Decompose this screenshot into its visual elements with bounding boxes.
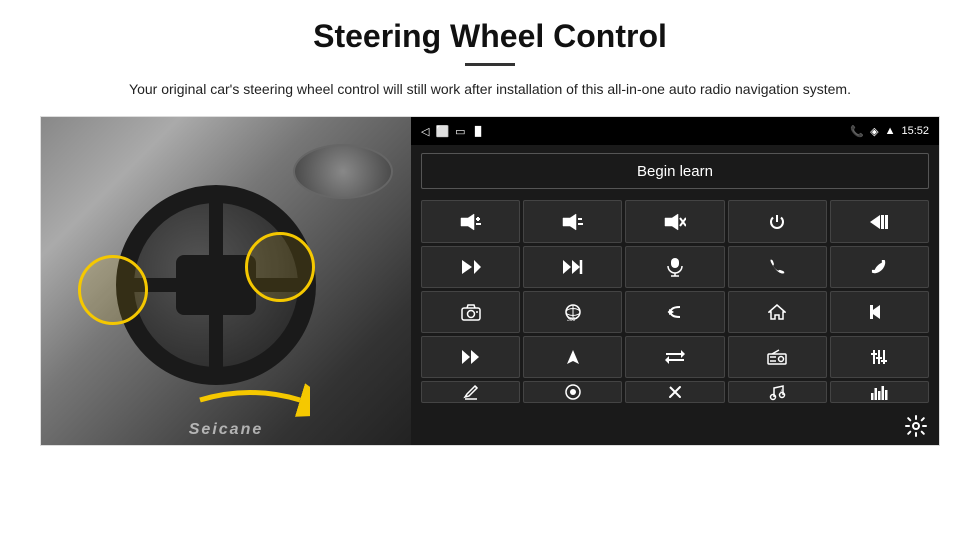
status-bar: ◁ ⬜ ▭ ▐▌ 📞 ◈ ▲ 15:52 — [411, 117, 939, 145]
signal-icon: ▲ — [885, 125, 896, 137]
music-button[interactable]: ♪ — [728, 381, 827, 403]
hang-up-button[interactable] — [830, 246, 929, 288]
settings-row — [411, 409, 939, 445]
begin-learn-row: Begin learn — [411, 145, 939, 197]
home-button[interactable] — [728, 291, 827, 333]
control-grid: 360° — [411, 197, 939, 409]
highlight-circle-left — [78, 255, 148, 325]
home-nav-icon: ⬜ — [435, 125, 449, 138]
prev-button[interactable] — [830, 200, 929, 242]
radio-button[interactable] — [728, 336, 827, 378]
page-title: Steering Wheel Control — [313, 18, 667, 55]
phone-status-icon: 📞 — [850, 125, 864, 138]
seicane-watermark: Seicane — [189, 421, 263, 439]
arrow-icon — [190, 375, 310, 425]
mic-button[interactable] — [625, 246, 724, 288]
bluetooth-button[interactable] — [625, 381, 724, 403]
status-left-icons: ◁ ⬜ ▭ ▐▌ — [421, 125, 484, 138]
record-button[interactable] — [523, 381, 622, 403]
dashboard-gauge — [293, 144, 393, 199]
vol-up-button[interactable] — [421, 200, 520, 242]
spectrum-button[interactable] — [830, 381, 929, 403]
main-page: Steering Wheel Control Your original car… — [0, 0, 980, 546]
title-divider — [465, 63, 515, 66]
steering-wheel-photo: Seicane — [41, 117, 411, 445]
back-button[interactable] — [625, 291, 724, 333]
settings-icon[interactable] — [901, 411, 931, 441]
wifi-icon: ◈ — [870, 125, 878, 138]
wheel-hub — [176, 255, 256, 315]
seek-ff-button[interactable] — [523, 246, 622, 288]
page-subtitle: Your original car's steering wheel contr… — [129, 78, 851, 100]
phone-call-button[interactable] — [728, 246, 827, 288]
nav-button[interactable] — [523, 336, 622, 378]
ui-panel: ◁ ⬜ ▭ ▐▌ 📞 ◈ ▲ 15:52 Begin learn — [411, 117, 939, 445]
clock: 15:52 — [901, 125, 929, 137]
mute-button[interactable] — [625, 200, 724, 242]
vol-down-button[interactable] — [523, 200, 622, 242]
skip-back-button[interactable] — [830, 291, 929, 333]
recents-nav-icon: ▭ — [455, 125, 465, 138]
back-nav-icon: ◁ — [421, 125, 429, 138]
sim-icon: ▐▌ — [472, 126, 485, 136]
power-button[interactable] — [728, 200, 827, 242]
begin-learn-button[interactable]: Begin learn — [421, 153, 929, 189]
highlight-circle-right — [245, 232, 315, 302]
fast-fwd-button[interactable] — [421, 336, 520, 378]
camera-button[interactable] — [421, 291, 520, 333]
image-area: Seicane ◁ ⬜ ▭ ▐▌ 📞 ◈ ▲ 15:52 — [40, 116, 940, 446]
skip-next-button[interactable] — [421, 246, 520, 288]
equalizer-button[interactable] — [830, 336, 929, 378]
status-right-icons: 📞 ◈ ▲ 15:52 — [850, 125, 929, 138]
edit-button[interactable] — [421, 381, 520, 403]
360-view-button[interactable]: 360° — [523, 291, 622, 333]
swap-button[interactable] — [625, 336, 724, 378]
svg-text:360°: 360° — [567, 317, 577, 321]
